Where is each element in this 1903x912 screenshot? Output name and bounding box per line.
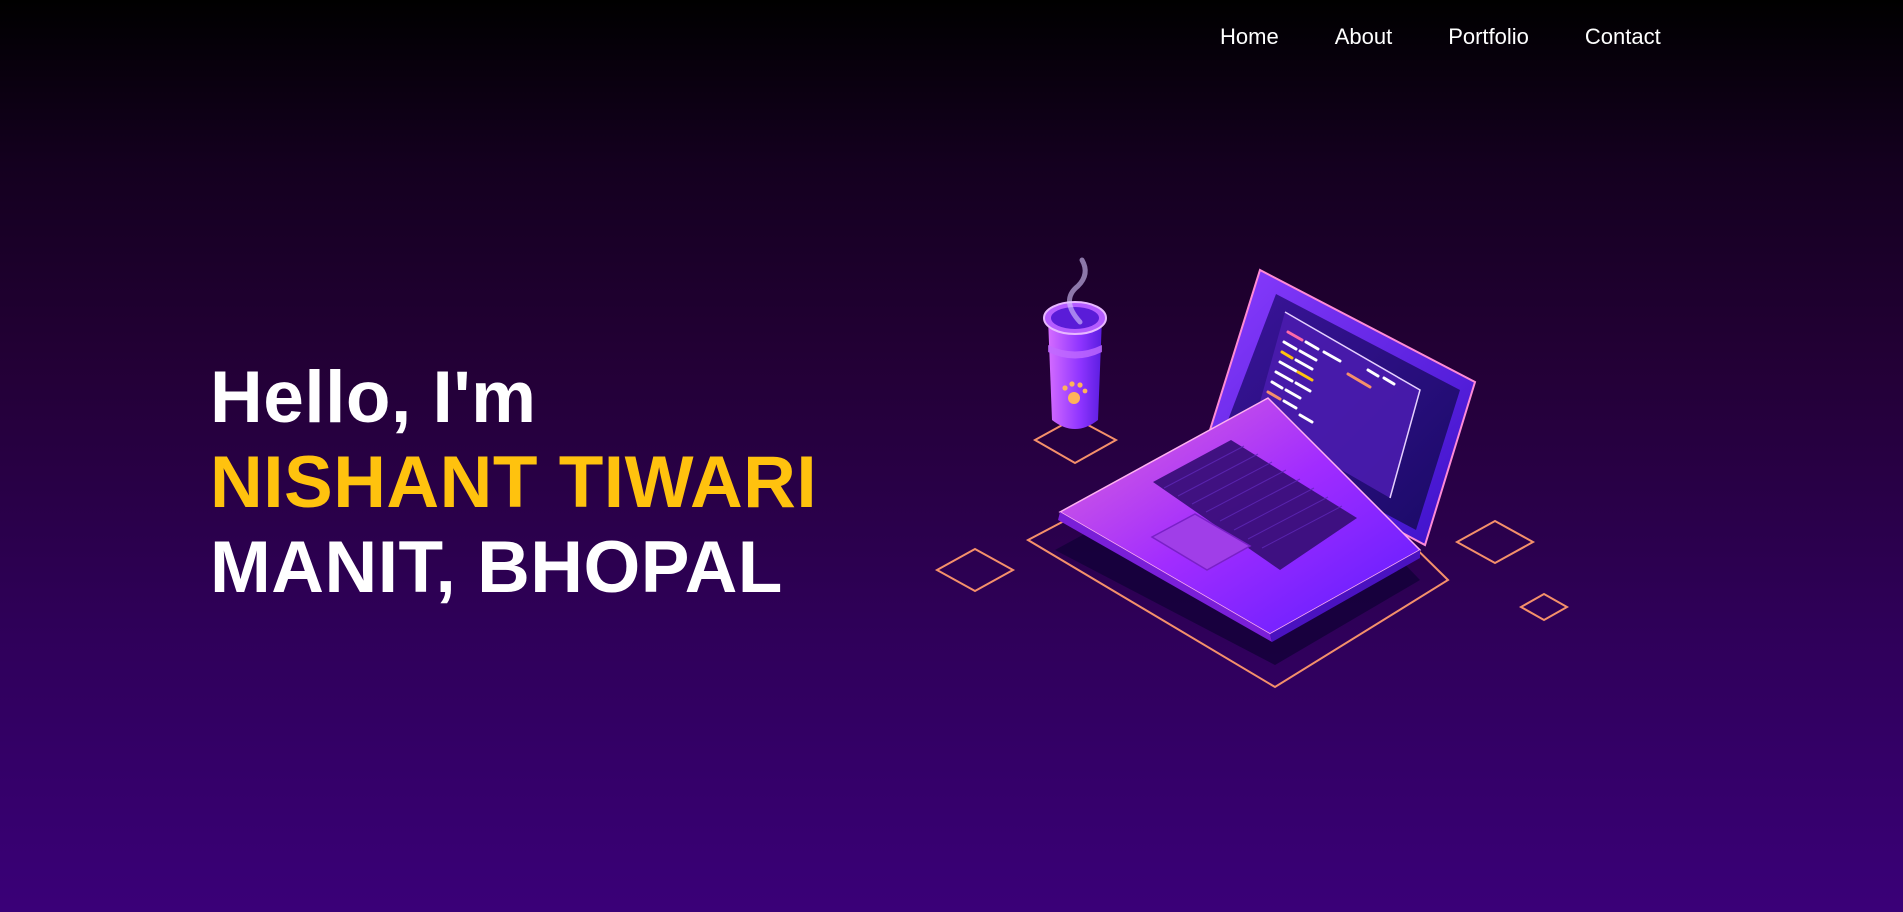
hero-greeting: Hello, I'm xyxy=(210,357,537,438)
hero-heading: Hello, I'm NISHANT TIWARI MANIT, BHOPAL xyxy=(210,355,817,610)
top-nav: Home About Portfolio Contact xyxy=(1220,22,1661,52)
hero-illustration xyxy=(920,250,1580,700)
coffee-cup-icon xyxy=(1043,257,1107,429)
hero-name: NISHANT TIWARI xyxy=(210,442,818,523)
nav-home-link[interactable]: Home xyxy=(1220,22,1279,52)
decor-diamond-right xyxy=(1454,519,1536,565)
laptop-icon xyxy=(1058,268,1477,642)
decor-diamond-small xyxy=(1518,592,1570,622)
nav-about-link[interactable]: About xyxy=(1335,22,1393,52)
nav-portfolio-link[interactable]: Portfolio xyxy=(1448,22,1529,52)
decor-diamond-left xyxy=(934,547,1016,593)
hero-location: MANIT, BHOPAL xyxy=(210,527,783,608)
nav-contact-link[interactable]: Contact xyxy=(1585,22,1661,52)
